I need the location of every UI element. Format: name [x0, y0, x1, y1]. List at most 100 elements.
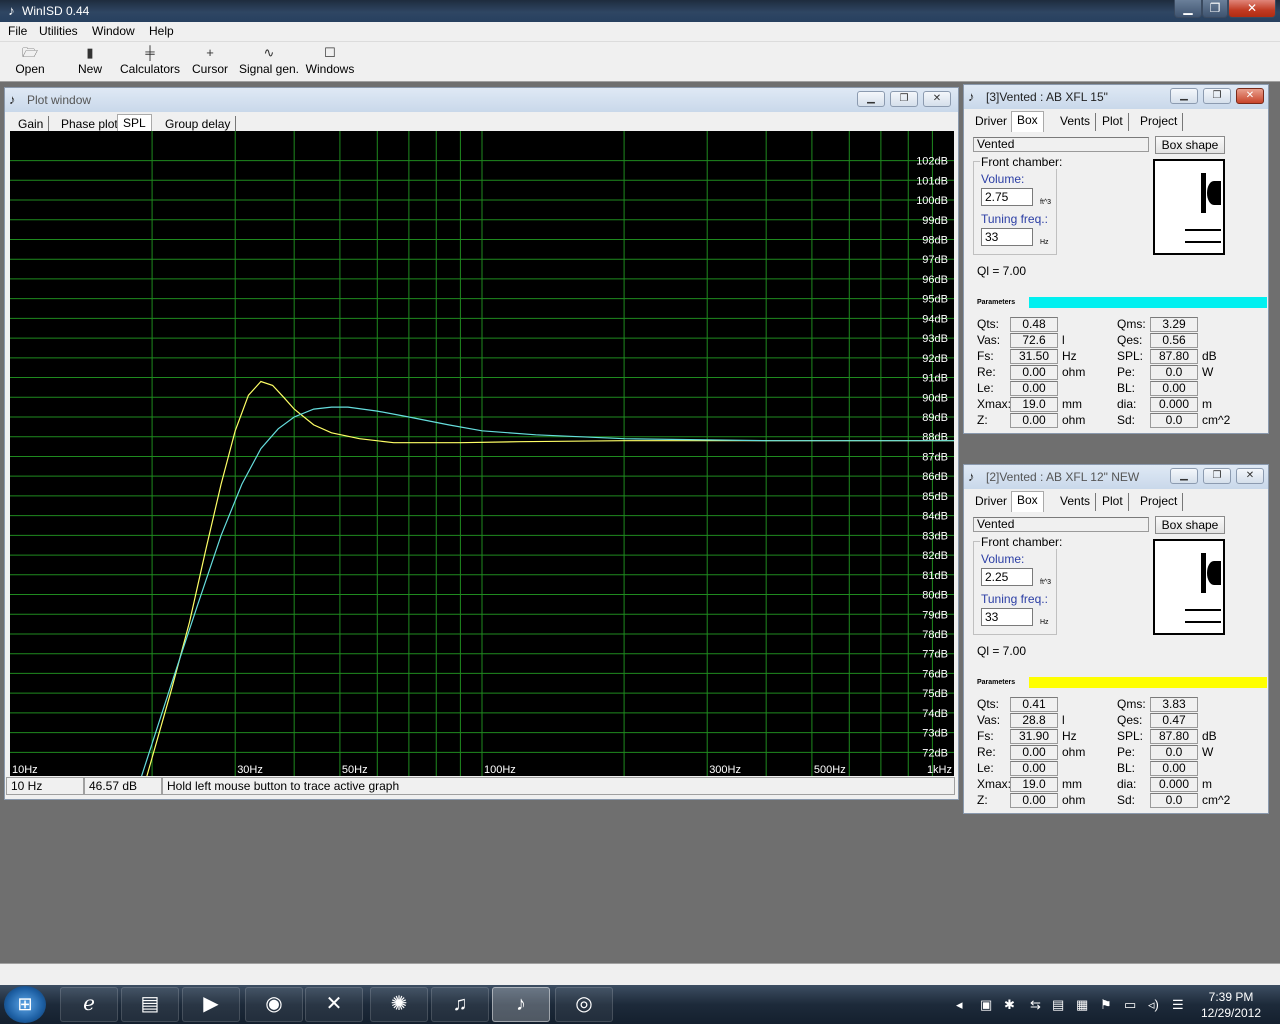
- panel2-close-button[interactable]: ✕: [1236, 468, 1264, 484]
- x-tick-label: 100Hz: [484, 764, 516, 776]
- spl-chart-svg[interactable]: 102dB 101dB 100dB 99dB 98dB 97dB 96dB 95dB 94dB 9…: [10, 131, 954, 776]
- menu-window[interactable]: Window: [88, 24, 139, 38]
- windows-button[interactable]: ☐ Windows: [295, 44, 365, 80]
- param-label: SPL:: [1117, 729, 1144, 743]
- tab-box[interactable]: Box: [1011, 111, 1044, 132]
- clock-date: 12/29/2012: [1200, 1006, 1262, 1020]
- taskbar: ⊞ ℯ ▤ ▶ ◉ ✕ ✺ ♫ ♪ ◎ ◂ ▣ ✱ ⇆ ▤ ▦ ⚑ ▭ ◃) ☰…: [0, 985, 1280, 1024]
- windows-logo-icon: ⊞: [17, 994, 33, 1014]
- tray-wifi-icon[interactable]: ☰: [1172, 997, 1184, 1013]
- param-unit: Hz: [1062, 349, 1077, 363]
- plot-minimize-button[interactable]: ▁: [857, 91, 885, 107]
- panel1-title-bar: ♪ [3]Vented : AB XFL 15" ▁ ❐ ✕: [964, 85, 1268, 109]
- spl-plot[interactable]: 102dB 101dB 100dB 99dB 98dB 97dB 96dB 95dB 94dB 9…: [10, 131, 954, 776]
- param-value: 19.0: [1010, 397, 1058, 412]
- plot-restore-button[interactable]: ❐: [890, 91, 918, 107]
- tray-speaker-icon[interactable]: ◃): [1148, 997, 1159, 1013]
- signal-gen-button[interactable]: ∿ Signal gen.: [234, 44, 304, 80]
- param-label: Re:: [977, 745, 996, 759]
- param-unit: l: [1062, 333, 1065, 347]
- param-value: 72.6: [1010, 333, 1058, 348]
- taskbar-audio-tool[interactable]: ✺: [370, 987, 428, 1022]
- tab-plot[interactable]: Plot: [1097, 113, 1129, 131]
- status-hint: Hold left mouse button to trace active g…: [162, 777, 955, 795]
- tray-volume-small-icon[interactable]: ◂: [956, 997, 963, 1013]
- taskbar-media-player[interactable]: ▶: [182, 987, 240, 1022]
- tab-vents[interactable]: Vents: [1055, 493, 1097, 511]
- box-shape-button[interactable]: Box shape: [1155, 136, 1225, 154]
- param-label: Re:: [977, 365, 996, 379]
- panel2-restore-button[interactable]: ❐: [1203, 468, 1231, 484]
- taskbar-file-explorer[interactable]: ▤: [121, 987, 179, 1022]
- y-tick-label: 102dB: [916, 156, 948, 168]
- volume-label: Volume:: [981, 552, 1025, 566]
- tab-vents[interactable]: Vents: [1055, 113, 1097, 131]
- param-unit: W: [1202, 745, 1214, 759]
- box-type-field[interactable]: Vented: [973, 517, 1149, 532]
- volume-input[interactable]: 2.75: [981, 188, 1033, 206]
- start-button[interactable]: ⊞: [4, 986, 46, 1023]
- tray-network-icon[interactable]: ▣: [980, 997, 992, 1013]
- y-tick-label: 77dB: [922, 649, 948, 661]
- taskbar-xsplit[interactable]: ✕: [305, 987, 363, 1022]
- param-value: 0.00: [1010, 745, 1058, 760]
- tab-driver[interactable]: Driver: [970, 113, 1013, 131]
- taskbar-speaker-app[interactable]: ◎: [555, 987, 613, 1022]
- param-unit: dB: [1202, 349, 1217, 363]
- minimize-button[interactable]: ▁: [1174, 0, 1202, 18]
- vent-top-line: [1185, 229, 1221, 231]
- plot-close-button[interactable]: ✕: [923, 91, 951, 107]
- taskbar-winisd[interactable]: ♪: [492, 987, 550, 1022]
- tuning-freq-input[interactable]: 33: [981, 608, 1033, 626]
- menu-help[interactable]: Help: [145, 24, 178, 38]
- panel1-restore-button[interactable]: ❐: [1203, 88, 1231, 104]
- x-tick-label: 10Hz: [12, 764, 38, 776]
- maximize-button[interactable]: ❐: [1202, 0, 1228, 18]
- panel1-close-button[interactable]: ✕: [1236, 88, 1264, 104]
- tab-box[interactable]: Box: [1011, 491, 1044, 512]
- param-label: SPL:: [1117, 349, 1144, 363]
- tray-usb-icon[interactable]: ⇆: [1030, 997, 1041, 1013]
- menu-file[interactable]: File: [4, 24, 31, 38]
- tray-gpu-icon[interactable]: ▦: [1076, 997, 1088, 1013]
- tray-display-icon[interactable]: ▭: [1124, 997, 1136, 1013]
- front-chamber-label: Front chamber:: [980, 155, 1064, 169]
- ie-icon: ℯ: [83, 993, 95, 1015]
- tab-project[interactable]: Project: [1135, 113, 1184, 131]
- param-unit: Hz: [1062, 729, 1077, 743]
- tab-plot[interactable]: Plot: [1097, 493, 1129, 511]
- box-type-field[interactable]: Vented: [973, 137, 1149, 152]
- param-label: Qes:: [1117, 713, 1143, 727]
- box-shape-button[interactable]: Box shape: [1155, 516, 1225, 534]
- x-app-icon: ✕: [325, 993, 343, 1015]
- tab-driver[interactable]: Driver: [970, 493, 1013, 511]
- tray-bluetooth-icon[interactable]: ✱: [1004, 997, 1015, 1013]
- taskbar-itunes[interactable]: ♫: [431, 987, 489, 1022]
- windows-label: Windows: [305, 62, 355, 76]
- panel1-minimize-button[interactable]: ▁: [1170, 88, 1198, 104]
- param-value: 0.00: [1010, 793, 1058, 808]
- taskbar-ie[interactable]: ℯ: [60, 987, 118, 1022]
- param-value: 0.00: [1150, 381, 1198, 396]
- menu-utilities[interactable]: Utilities: [35, 24, 82, 38]
- param-value: 28.8: [1010, 713, 1058, 728]
- audio-tool-icon: ✺: [390, 993, 408, 1015]
- tuning-freq-input[interactable]: 33: [981, 228, 1033, 246]
- volume-input[interactable]: 2.25: [981, 568, 1033, 586]
- x-tick-label: 300Hz: [709, 764, 741, 776]
- panel2-minimize-button[interactable]: ▁: [1170, 468, 1198, 484]
- taskbar-chrome[interactable]: ◉: [245, 987, 303, 1022]
- panel2-title-bar: ♪ [2]Vented : AB XFL 12" NEW ▁ ❐ ✕: [964, 465, 1268, 489]
- tab-project[interactable]: Project: [1135, 493, 1184, 511]
- clock[interactable]: 7:39 PM 12/29/2012: [1190, 989, 1272, 1021]
- box-panel-xfl12: ♪ [2]Vented : AB XFL 12" NEW ▁ ❐ ✕ Drive…: [963, 464, 1269, 814]
- volume-unit: ft^3: [1040, 199, 1052, 206]
- y-tick-label: 81dB: [922, 570, 948, 582]
- param-label: Qms:: [1117, 697, 1146, 711]
- tray-monitor-icon[interactable]: ▤: [1052, 997, 1064, 1013]
- param-label: Z:: [977, 413, 988, 427]
- tray-action-center-icon[interactable]: ⚑: [1100, 997, 1112, 1013]
- cursor-frequency: 10 Hz: [6, 777, 84, 795]
- y-tick-label: 94dB: [922, 313, 948, 325]
- close-button[interactable]: ✕: [1228, 0, 1276, 18]
